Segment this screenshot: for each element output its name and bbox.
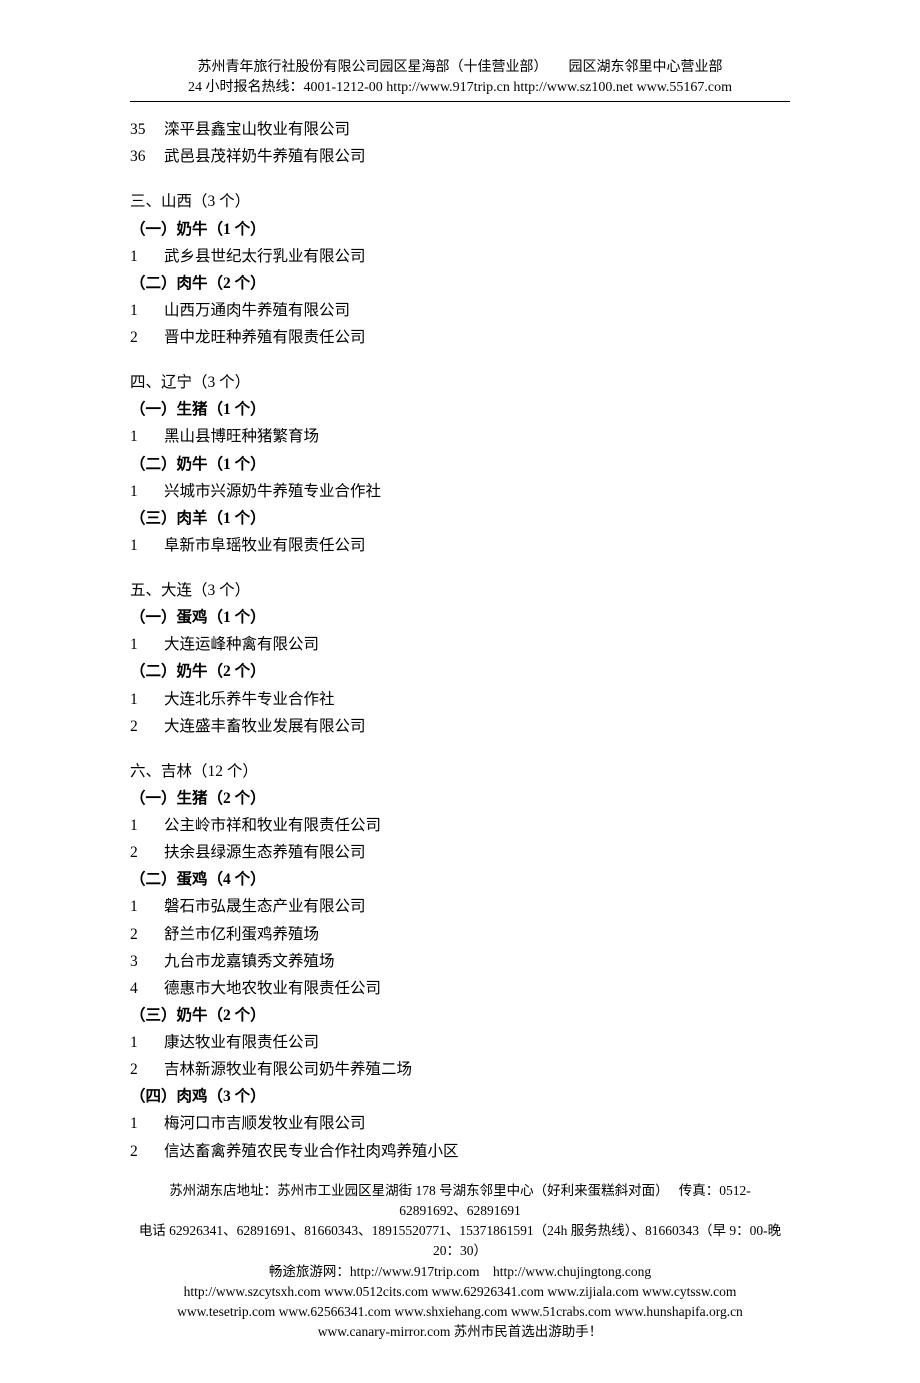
content-body: 35滦平县鑫宝山牧业有限公司36武邑县茂祥奶牛养殖有限公司 三、山西（3 个）（… bbox=[130, 116, 790, 1165]
item-number: 2 bbox=[130, 713, 164, 740]
item-number: 36 bbox=[130, 143, 164, 170]
item-number: 1 bbox=[130, 812, 164, 839]
item-number: 4 bbox=[130, 975, 164, 1002]
item-number: 1 bbox=[130, 532, 164, 559]
subsection-title: （二）奶牛（2 个） bbox=[130, 658, 790, 685]
item-name: 阜新市阜瑶牧业有限责任公司 bbox=[164, 532, 790, 559]
subsection-title: （一）生猪（1 个） bbox=[130, 396, 790, 423]
item-number: 1 bbox=[130, 1029, 164, 1056]
list-item: 1磐石市弘晟生态产业有限公司 bbox=[130, 893, 790, 920]
item-number: 2 bbox=[130, 1056, 164, 1083]
item-name: 信达畜禽养殖农民专业合作社肉鸡养殖小区 bbox=[164, 1138, 790, 1165]
list-item: 3九台市龙嘉镇秀文养殖场 bbox=[130, 948, 790, 975]
item-number: 1 bbox=[130, 631, 164, 658]
item-name: 山西万通肉牛养殖有限公司 bbox=[164, 297, 790, 324]
list-item: 1大连北乐养牛专业合作社 bbox=[130, 686, 790, 713]
subsection-title: （一）奶牛（1 个） bbox=[130, 216, 790, 243]
item-number: 3 bbox=[130, 948, 164, 975]
item-name: 舒兰市亿利蛋鸡养殖场 bbox=[164, 921, 790, 948]
list-item: 1兴城市兴源奶牛养殖专业合作社 bbox=[130, 478, 790, 505]
subsection-title: （三）肉羊（1 个） bbox=[130, 505, 790, 532]
list-item: 1山西万通肉牛养殖有限公司 bbox=[130, 297, 790, 324]
item-name: 大连盛丰畜牧业发展有限公司 bbox=[164, 713, 790, 740]
item-number: 1 bbox=[130, 686, 164, 713]
item-number: 1 bbox=[130, 478, 164, 505]
item-name: 兴城市兴源奶牛养殖专业合作社 bbox=[164, 478, 790, 505]
footer-line-4: http://www.szcytsxh.com www.0512cits.com… bbox=[130, 1282, 790, 1302]
item-name: 磐石市弘晟生态产业有限公司 bbox=[164, 893, 790, 920]
item-number: 2 bbox=[130, 324, 164, 351]
footer-line-5: www.tesetrip.com www.62566341.com www.sh… bbox=[130, 1302, 790, 1322]
item-name: 德惠市大地农牧业有限责任公司 bbox=[164, 975, 790, 1002]
header-line-2: 24 小时报名热线：4001-1212-00 http://www.917tri… bbox=[130, 78, 790, 98]
list-item: 1大连运峰种禽有限公司 bbox=[130, 631, 790, 658]
list-item: 1黑山县博旺种猪繁育场 bbox=[130, 423, 790, 450]
list-item: 1公主岭市祥和牧业有限责任公司 bbox=[130, 812, 790, 839]
item-name: 九台市龙嘉镇秀文养殖场 bbox=[164, 948, 790, 975]
item-number: 1 bbox=[130, 243, 164, 270]
item-name: 梅河口市吉顺发牧业有限公司 bbox=[164, 1110, 790, 1137]
list-item: 2信达畜禽养殖农民专业合作社肉鸡养殖小区 bbox=[130, 1138, 790, 1165]
item-number: 35 bbox=[130, 116, 164, 143]
footer-line-2: 电话 62926341、62891691、81660343、1891552077… bbox=[130, 1221, 790, 1262]
section-title: 四、辽宁（3 个） bbox=[130, 369, 790, 396]
item-name: 黑山县博旺种猪繁育场 bbox=[164, 423, 790, 450]
list-item: 2晋中龙旺种养殖有限责任公司 bbox=[130, 324, 790, 351]
list-item: 1康达牧业有限责任公司 bbox=[130, 1029, 790, 1056]
page-footer: 苏州湖东店地址：苏州市工业园区星湖街 178 号湖东邻里中心（好利来蛋糕斜对面）… bbox=[130, 1181, 790, 1343]
item-name: 晋中龙旺种养殖有限责任公司 bbox=[164, 324, 790, 351]
subsection-title: （一）蛋鸡（1 个） bbox=[130, 604, 790, 631]
footer-line-3: 畅途旅游网：http://www.917trip.com http://www.… bbox=[130, 1262, 790, 1282]
subsection-title: （二）肉牛（2 个） bbox=[130, 270, 790, 297]
list-item: 2大连盛丰畜牧业发展有限公司 bbox=[130, 713, 790, 740]
item-name: 武乡县世纪太行乳业有限公司 bbox=[164, 243, 790, 270]
subsection-title: （一）生猪（2 个） bbox=[130, 785, 790, 812]
item-name: 滦平县鑫宝山牧业有限公司 bbox=[164, 116, 790, 143]
list-item: 1武乡县世纪太行乳业有限公司 bbox=[130, 243, 790, 270]
item-number: 2 bbox=[130, 921, 164, 948]
list-item: 2吉林新源牧业有限公司奶牛养殖二场 bbox=[130, 1056, 790, 1083]
section-title: 三、山西（3 个） bbox=[130, 188, 790, 215]
item-name: 公主岭市祥和牧业有限责任公司 bbox=[164, 812, 790, 839]
section-title: 六、吉林（12 个） bbox=[130, 758, 790, 785]
item-name: 大连运峰种禽有限公司 bbox=[164, 631, 790, 658]
subsection-title: （四）肉鸡（3 个） bbox=[130, 1083, 790, 1110]
item-name: 武邑县茂祥奶牛养殖有限公司 bbox=[164, 143, 790, 170]
subsection-title: （二）蛋鸡（4 个） bbox=[130, 866, 790, 893]
item-name: 吉林新源牧业有限公司奶牛养殖二场 bbox=[164, 1056, 790, 1083]
item-number: 1 bbox=[130, 423, 164, 450]
item-number: 2 bbox=[130, 839, 164, 866]
header-divider bbox=[130, 101, 790, 102]
list-item: 2扶余县绿源生态养殖有限公司 bbox=[130, 839, 790, 866]
item-name: 康达牧业有限责任公司 bbox=[164, 1029, 790, 1056]
item-number: 1 bbox=[130, 893, 164, 920]
item-name: 大连北乐养牛专业合作社 bbox=[164, 686, 790, 713]
subsection-title: （二）奶牛（1 个） bbox=[130, 451, 790, 478]
list-item: 1阜新市阜瑶牧业有限责任公司 bbox=[130, 532, 790, 559]
item-number: 2 bbox=[130, 1138, 164, 1165]
section-title: 五、大连（3 个） bbox=[130, 577, 790, 604]
page-header: 苏州青年旅行社股份有限公司园区星海部（十佳营业部） 园区湖东邻里中心营业部 24… bbox=[130, 58, 790, 97]
footer-line-1: 苏州湖东店地址：苏州市工业园区星湖街 178 号湖东邻里中心（好利来蛋糕斜对面）… bbox=[130, 1181, 790, 1222]
subsection-title: （三）奶牛（2 个） bbox=[130, 1002, 790, 1029]
document-page: 苏州青年旅行社股份有限公司园区星海部（十佳营业部） 园区湖东邻里中心营业部 24… bbox=[0, 0, 920, 1383]
item-name: 扶余县绿源生态养殖有限公司 bbox=[164, 839, 790, 866]
list-item: 36武邑县茂祥奶牛养殖有限公司 bbox=[130, 143, 790, 170]
list-item: 4德惠市大地农牧业有限责任公司 bbox=[130, 975, 790, 1002]
list-item: 1梅河口市吉顺发牧业有限公司 bbox=[130, 1110, 790, 1137]
footer-line-6: www.canary-mirror.com 苏州市民首选出游助手！ bbox=[130, 1322, 790, 1342]
header-line-1: 苏州青年旅行社股份有限公司园区星海部（十佳营业部） 园区湖东邻里中心营业部 bbox=[130, 58, 790, 78]
item-number: 1 bbox=[130, 297, 164, 324]
item-number: 1 bbox=[130, 1110, 164, 1137]
list-item: 35滦平县鑫宝山牧业有限公司 bbox=[130, 116, 790, 143]
list-item: 2舒兰市亿利蛋鸡养殖场 bbox=[130, 921, 790, 948]
